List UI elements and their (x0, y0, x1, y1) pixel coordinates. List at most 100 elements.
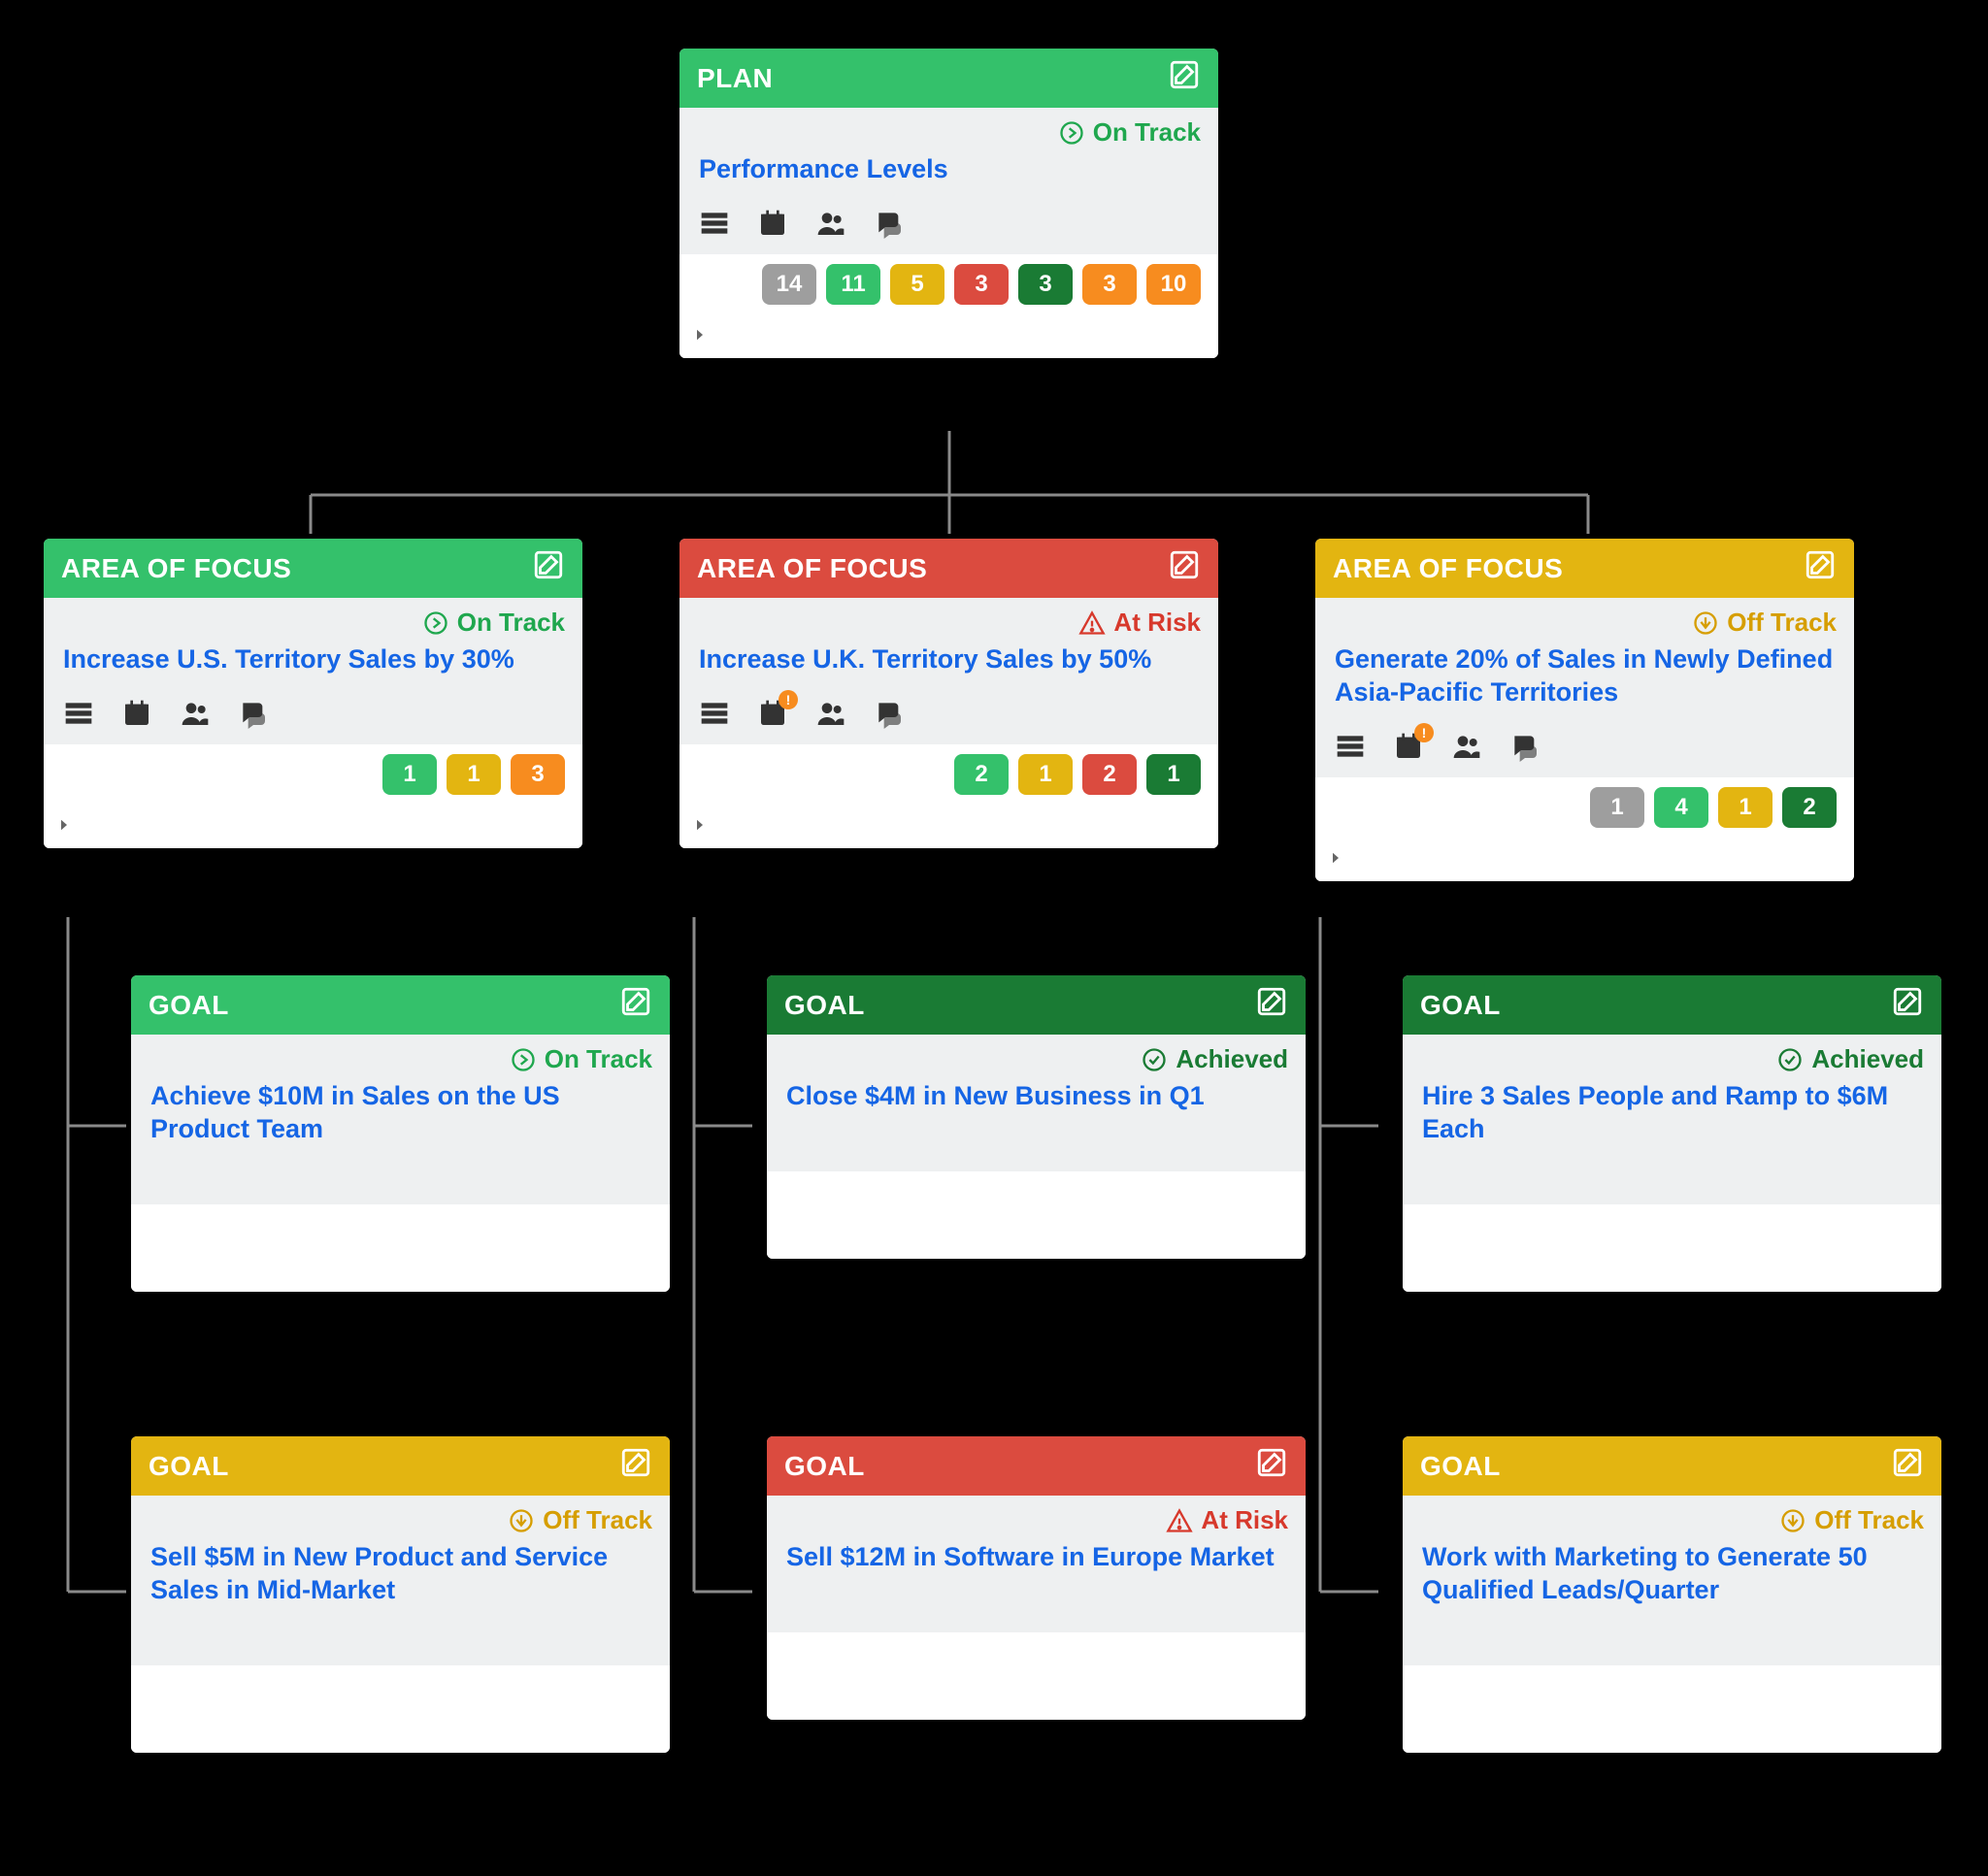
card-title[interactable]: Sell $12M in Software in Europe Market (767, 1541, 1306, 1588)
goal-card: GOAL At Risk Sell $12M in Software in Eu… (767, 1436, 1306, 1720)
comments-icon[interactable] (1509, 731, 1541, 762)
people-icon[interactable] (180, 698, 211, 729)
status-label: Off Track (543, 1505, 652, 1535)
edit-icon[interactable] (619, 1446, 652, 1486)
status-label: Off Track (1727, 608, 1837, 638)
count-chip[interactable]: 4 (1654, 787, 1708, 828)
count-chip[interactable]: 3 (511, 754, 565, 795)
comments-icon[interactable] (874, 698, 905, 729)
goal-card: GOAL Off Track Sell $5M in New Product a… (131, 1436, 670, 1753)
card-footer (767, 1632, 1306, 1720)
count-chip[interactable]: 1 (1590, 787, 1644, 828)
card-title[interactable]: Close $4M in New Business in Q1 (767, 1080, 1306, 1127)
calendar-icon[interactable] (1393, 731, 1424, 762)
people-icon[interactable] (815, 208, 846, 239)
edit-icon[interactable] (1168, 58, 1201, 98)
card-title[interactable]: Generate 20% of Sales in Newly Defined A… (1315, 643, 1854, 723)
calendar-icon[interactable] (121, 698, 152, 729)
aof-card: AREA OF FOCUS Off Track Generate 20% of … (1315, 539, 1854, 881)
calendar-icon[interactable] (757, 698, 788, 729)
expand-toggle[interactable] (679, 322, 1218, 358)
count-chip[interactable]: 2 (1082, 754, 1137, 795)
status-badge: On Track (679, 108, 1218, 153)
card-type-label: AREA OF FOCUS (61, 553, 291, 584)
card-type-label: AREA OF FOCUS (1333, 553, 1563, 584)
count-chip[interactable]: 1 (1146, 754, 1201, 795)
aof-card: AREA OF FOCUS On Track Increase U.S. Ter… (44, 539, 582, 848)
status-label: Off Track (1814, 1505, 1924, 1535)
status-label: At Risk (1113, 608, 1201, 638)
card-toolbar (679, 690, 1218, 744)
status-badge: Achieved (1403, 1035, 1941, 1080)
count-chip[interactable]: 3 (1018, 264, 1073, 305)
aof-header: AREA OF FOCUS (1315, 539, 1854, 598)
expand-toggle[interactable] (679, 812, 1218, 848)
count-chip[interactable]: 3 (1082, 264, 1137, 305)
card-title[interactable]: Increase U.S. Territory Sales by 30% (44, 643, 582, 690)
aof-header: AREA OF FOCUS (44, 539, 582, 598)
status-badge: Achieved (767, 1035, 1306, 1080)
count-chips: 1412 (1315, 777, 1854, 845)
server-icon[interactable] (699, 208, 730, 239)
people-icon[interactable] (815, 698, 846, 729)
card-type-label: GOAL (149, 990, 229, 1021)
count-chips: 113 (44, 744, 582, 812)
goal-card: GOAL Achieved Close $4M in New Business … (767, 975, 1306, 1259)
edit-icon[interactable] (532, 548, 565, 588)
card-title[interactable]: Increase U.K. Territory Sales by 50% (679, 643, 1218, 690)
status-badge: On Track (44, 598, 582, 643)
status-label: On Track (457, 608, 565, 638)
count-chip[interactable]: 11 (826, 264, 880, 305)
card-toolbar (44, 690, 582, 744)
edit-icon[interactable] (1891, 985, 1924, 1025)
goal-card: GOAL Achieved Hire 3 Sales People and Ra… (1403, 975, 1941, 1292)
count-chip[interactable]: 3 (954, 264, 1009, 305)
status-label: Achieved (1811, 1044, 1924, 1074)
people-icon[interactable] (1451, 731, 1482, 762)
status-badge: On Track (131, 1035, 670, 1080)
edit-icon[interactable] (1891, 1446, 1924, 1486)
count-chip[interactable]: 1 (447, 754, 501, 795)
card-toolbar (1315, 723, 1854, 777)
edit-icon[interactable] (1255, 985, 1288, 1025)
expand-toggle[interactable] (44, 812, 582, 848)
count-chip[interactable]: 2 (1782, 787, 1837, 828)
card-footer (131, 1204, 670, 1292)
server-icon[interactable] (699, 698, 730, 729)
count-chip[interactable]: 2 (954, 754, 1009, 795)
count-chip[interactable]: 14 (762, 264, 816, 305)
goal-card: GOAL Off Track Work with Marketing to Ge… (1403, 1436, 1941, 1753)
goal-header: GOAL (131, 1436, 670, 1496)
card-type-label: GOAL (149, 1451, 229, 1482)
edit-icon[interactable] (1804, 548, 1837, 588)
status-label: On Track (545, 1044, 652, 1074)
count-chip[interactable]: 10 (1146, 264, 1201, 305)
edit-icon[interactable] (619, 985, 652, 1025)
status-label: On Track (1093, 117, 1201, 148)
card-title[interactable]: Achieve $10M in Sales on the US Product … (131, 1080, 670, 1160)
count-chips: 2121 (679, 744, 1218, 812)
card-title[interactable]: Performance Levels (679, 153, 1218, 200)
calendar-icon[interactable] (757, 208, 788, 239)
count-chip[interactable]: 5 (890, 264, 944, 305)
card-title[interactable]: Work with Marketing to Generate 50 Quali… (1403, 1541, 1941, 1621)
edit-icon[interactable] (1255, 1446, 1288, 1486)
server-icon[interactable] (63, 698, 94, 729)
expand-toggle[interactable] (1315, 845, 1854, 881)
server-icon[interactable] (1335, 731, 1366, 762)
count-chip[interactable]: 1 (382, 754, 437, 795)
edit-icon[interactable] (1168, 548, 1201, 588)
comments-icon[interactable] (238, 698, 269, 729)
count-chip[interactable]: 1 (1018, 754, 1073, 795)
card-toolbar (131, 1160, 670, 1204)
card-title[interactable]: Sell $5M in New Product and Service Sale… (131, 1541, 670, 1621)
card-type-label: PLAN (697, 63, 773, 94)
card-toolbar (1403, 1621, 1941, 1665)
card-footer (1403, 1204, 1941, 1292)
count-chip[interactable]: 1 (1718, 787, 1773, 828)
goal-header: GOAL (1403, 975, 1941, 1035)
card-title[interactable]: Hire 3 Sales People and Ramp to $6M Each (1403, 1080, 1941, 1160)
status-badge: At Risk (679, 598, 1218, 643)
comments-icon[interactable] (874, 208, 905, 239)
card-footer (131, 1665, 670, 1753)
